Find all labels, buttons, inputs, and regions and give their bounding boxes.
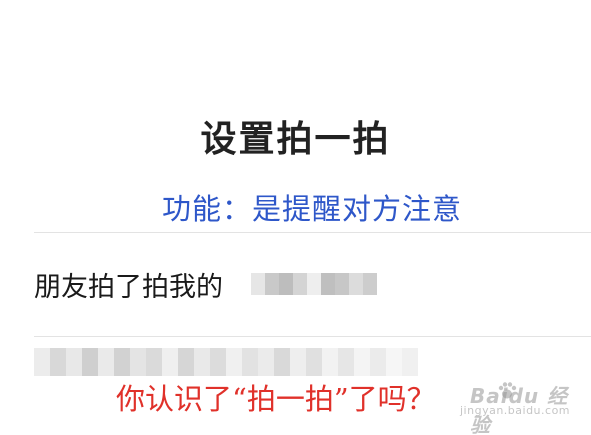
paw-icon	[498, 382, 517, 399]
question-annotation: 你认识了“拍一拍”了吗？	[116, 382, 436, 416]
function-annotation: 功能：是提醒对方注意	[162, 192, 463, 226]
blurred-content-row	[34, 348, 418, 376]
watermark-sub: jingyan.baidu.com	[460, 404, 571, 417]
pat-suffix-setting-row[interactable]: 朋友拍了拍我的	[34, 262, 554, 306]
page-title: 设置拍一拍	[200, 119, 391, 160]
pat-row-label: 朋友拍了拍我的	[34, 271, 223, 303]
divider-bottom	[34, 336, 591, 337]
pat-settings-screen: 设置拍一拍 功能：是提醒对方注意 朋友拍了拍我的 你认识了“拍一拍”了吗？ Ba…	[0, 0, 591, 435]
baidu-jingyan-watermark: Baidu 经验 jingyan.baidu.com	[452, 378, 584, 435]
divider-top	[34, 232, 591, 233]
blurred-suffix-value	[251, 273, 377, 295]
